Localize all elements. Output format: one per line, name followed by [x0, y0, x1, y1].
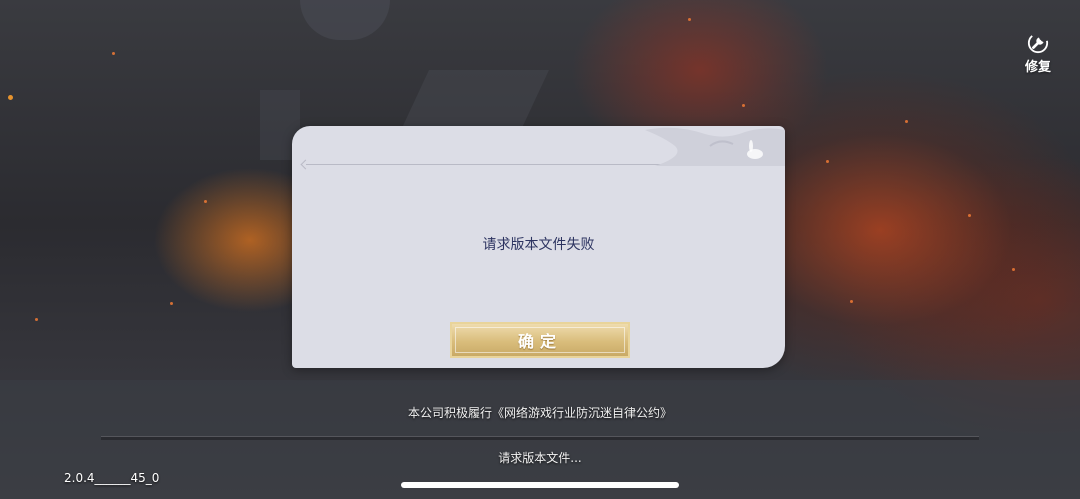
ember [742, 104, 745, 107]
dialog-message: 请求版本文件失败 [482, 237, 595, 253]
ember [112, 52, 115, 55]
repair-button[interactable]: 修复 [1020, 32, 1056, 75]
indicator-dot [8, 95, 13, 100]
ember [968, 214, 971, 217]
loading-status: 请求版本文件... [498, 451, 582, 465]
ember [170, 302, 173, 305]
ember [1012, 268, 1015, 271]
ember [850, 300, 853, 303]
repair-label: 修复 [1024, 60, 1051, 75]
ember [905, 120, 908, 123]
anti-addiction-notice: 本公司积极履行《网络游戏行业防沉迷自律公约》 [407, 406, 672, 420]
error-dialog: 请求版本文件失败 确定 [292, 126, 785, 368]
version-label: 2.0.4______45_0 [64, 471, 160, 485]
confirm-button[interactable]: 确定 [450, 322, 630, 358]
home-indicator[interactable] [401, 482, 679, 488]
ember [35, 318, 38, 321]
wrench-repair-icon [1027, 32, 1049, 54]
ember [688, 18, 691, 21]
ember [826, 160, 829, 163]
background-rock [401, 70, 549, 130]
game-launcher-screen: 修复 请求版本文件失败 确定 本公司积极履行《网络游戏行业防沉迷自律公约》 请求… [0, 0, 1080, 499]
background-rock [300, 0, 390, 40]
ember [204, 200, 207, 203]
cloud-rabbit-decoration [645, 127, 785, 166]
download-progress-bar [101, 436, 979, 440]
confirm-button-label: 确定 [517, 332, 562, 351]
